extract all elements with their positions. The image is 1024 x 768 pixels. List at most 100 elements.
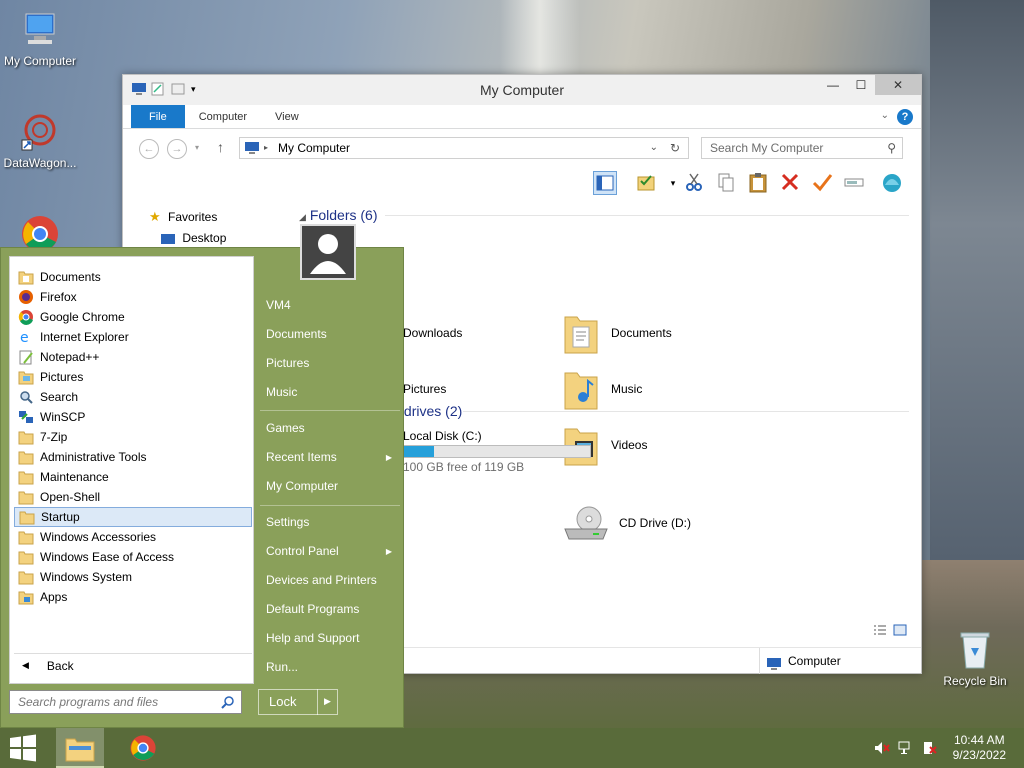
maximize-button[interactable]: ☐ (847, 75, 875, 95)
cut-icon[interactable] (683, 171, 707, 195)
search-icon (221, 694, 235, 716)
layout-dropdown-icon[interactable]: ▾ (661, 171, 685, 195)
folders-group-header[interactable]: ◢ Folders (6) (299, 207, 378, 223)
address-text: My Computer (278, 141, 351, 155)
title-bar[interactable]: ▾ My Computer — ☐ ✕ (123, 75, 921, 105)
nav-favorites[interactable]: ★ Favorites (149, 209, 217, 225)
address-row: ← → ▾ ↑ ▸ My Computer ⌄ ↻ Search My Comp… (123, 129, 921, 165)
nav-desktop[interactable]: Desktop (161, 231, 226, 245)
properties-check-icon[interactable] (635, 171, 659, 195)
start-item-devices-and-printers[interactable]: Devices and Printers (266, 573, 377, 587)
details-view-icon[interactable] (873, 624, 887, 639)
desktop-icon-datawagon[interactable]: DataWagon... (0, 112, 80, 170)
start-item-help-and-support[interactable]: Help and Support (266, 631, 359, 645)
program-item-windows-system[interactable]: Windows System (14, 567, 252, 587)
select-check-icon[interactable] (811, 171, 835, 195)
programs-search-input[interactable]: Search programs and files (9, 690, 242, 714)
submenu-arrow-icon: ▶ (385, 547, 392, 556)
folder-documents[interactable]: Documents (563, 311, 672, 355)
program-item-windows-accessories[interactable]: Windows Accessories (14, 527, 252, 547)
large-icons-view-icon[interactable] (893, 624, 907, 639)
folder-icon (18, 429, 34, 445)
folder-label: Music (611, 382, 643, 396)
up-arrow-icon[interactable]: ↑ (217, 139, 224, 155)
program-item-startup[interactable]: Startup (14, 507, 252, 527)
refresh-icon[interactable]: ↻ (670, 138, 680, 158)
preview-pane-icon[interactable] (593, 171, 617, 195)
copy-icon[interactable] (715, 171, 739, 195)
start-item-music[interactable]: Music (266, 385, 297, 399)
program-item-apps[interactable]: Apps (14, 587, 252, 607)
window-title: My Computer (479, 82, 565, 98)
start-item-run[interactable]: Run... (266, 660, 298, 674)
recent-locations-icon[interactable]: ▾ (195, 143, 199, 152)
taskbar-file-explorer[interactable] (56, 728, 104, 768)
start-item-games[interactable]: Games (266, 421, 305, 435)
folder-label: Downloads (403, 326, 463, 340)
program-item-documents[interactable]: Documents (14, 267, 252, 287)
program-item-firefox[interactable]: Firefox (14, 287, 252, 307)
address-bar[interactable]: ▸ My Computer ⌄ ↻ (239, 137, 689, 159)
address-dropdown-icon[interactable]: ⌄ (650, 138, 658, 158)
start-item-pictures[interactable]: Pictures (266, 356, 309, 370)
program-item-internet-explorer[interactable]: e Internet Explorer (14, 327, 252, 347)
program-item-open-shell[interactable]: Open-Shell (14, 487, 252, 507)
taskbar-clock[interactable]: 10:44 AM 9/23/2022 (953, 733, 1006, 763)
desktop-icon (161, 233, 175, 244)
menu-separator (260, 410, 400, 411)
start-button[interactable] (8, 734, 38, 764)
shutdown-options-arrow-icon[interactable]: ▶ (317, 689, 337, 715)
action-center-warning-icon[interactable] (922, 740, 938, 756)
breadcrumb-arrow-icon[interactable]: ▸ (264, 138, 268, 158)
program-item-administrative-tools[interactable]: Administrative Tools (14, 447, 252, 467)
paste-icon[interactable] (747, 171, 771, 195)
folder-icon (18, 529, 34, 545)
svg-text:e: e (20, 330, 29, 345)
program-item-chrome[interactable]: Google Chrome (14, 307, 252, 327)
start-item-my-computer[interactable]: My Computer (266, 479, 338, 493)
drive-usage-fill (404, 446, 434, 457)
program-item-maintenance[interactable]: Maintenance (14, 467, 252, 487)
search-icon (18, 389, 34, 405)
close-button[interactable]: ✕ (875, 75, 921, 95)
start-item-default-programs[interactable]: Default Programs (266, 602, 359, 616)
program-item-notepad-plus-plus[interactable]: Notepad++ (14, 347, 252, 367)
desktop-icon-label: My Computer (3, 54, 77, 68)
recycle-bin-icon (955, 630, 995, 670)
tab-file[interactable]: File (131, 105, 185, 128)
volume-muted-icon[interactable] (874, 740, 890, 756)
minimize-button[interactable]: — (819, 75, 847, 95)
documents-folder-icon (18, 269, 34, 285)
expand-ribbon-icon[interactable]: ⌄ (881, 110, 889, 121)
start-item-settings[interactable]: Settings (266, 515, 309, 529)
taskbar-chrome[interactable] (120, 728, 168, 768)
submenu-arrow-icon: ▶ (385, 453, 392, 462)
program-item-winscp[interactable]: WinSCP (14, 407, 252, 427)
back-arrow-icon[interactable]: ← (139, 139, 159, 159)
desktop-icon-recycle-bin[interactable]: Recycle Bin (935, 630, 1015, 688)
search-input[interactable]: Search My Computer ⚲ (701, 137, 903, 159)
user-avatar[interactable] (300, 224, 356, 280)
start-item-documents[interactable]: Documents (266, 327, 327, 341)
folder-label: Documents (611, 326, 672, 340)
program-item-search[interactable]: Search (14, 387, 252, 407)
forward-arrow-icon[interactable]: → (167, 139, 187, 159)
tab-computer[interactable]: Computer (185, 105, 261, 128)
open-shell-icon[interactable] (881, 171, 905, 195)
program-item-windows-ease-of-access[interactable]: Windows Ease of Access (14, 547, 252, 567)
start-item-control-panel[interactable]: Control Panel (266, 544, 339, 558)
program-item-pictures[interactable]: Pictures (14, 367, 252, 387)
search-icon: ⚲ (887, 141, 896, 155)
start-item-user-folder[interactable]: VM4 (266, 298, 291, 312)
rename-icon[interactable] (843, 171, 867, 195)
help-icon[interactable]: ? (897, 109, 913, 125)
start-item-recent-items[interactable]: Recent Items (266, 450, 337, 464)
folder-music[interactable]: Music (563, 367, 642, 411)
desktop-icon-my-computer[interactable]: My Computer (0, 10, 80, 68)
program-item-7-zip[interactable]: 7-Zip (14, 427, 252, 447)
delete-icon[interactable] (779, 171, 803, 195)
drive-d[interactable]: CD Drive (D:) (563, 505, 691, 541)
network-icon[interactable] (898, 740, 914, 756)
back-button[interactable]: ◀ Back (14, 653, 252, 677)
tab-view[interactable]: View (261, 105, 313, 128)
